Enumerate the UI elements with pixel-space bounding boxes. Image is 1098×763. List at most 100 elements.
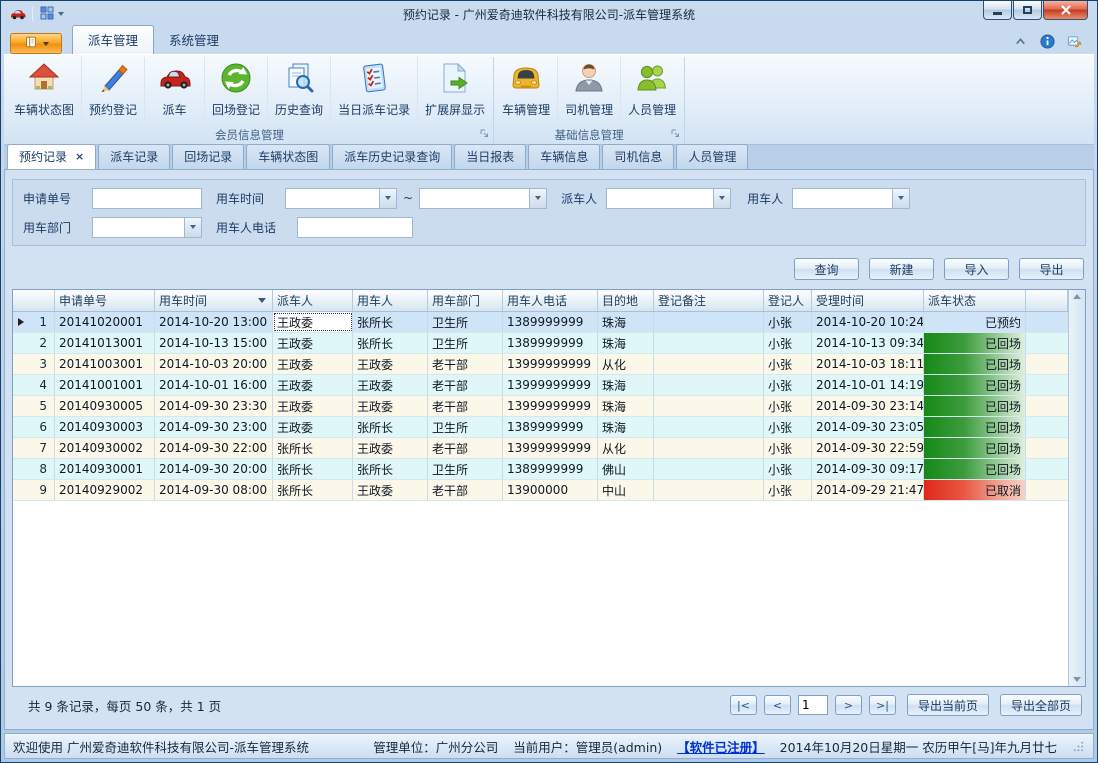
column-header[interactable]: 用车人: [353, 290, 428, 311]
info-icon[interactable]: [1040, 34, 1055, 49]
ribbon-button[interactable]: 车辆管理: [495, 57, 558, 120]
department-combo[interactable]: [92, 217, 202, 238]
ribbon-tab[interactable]: 派车管理: [72, 25, 154, 54]
column-header[interactable]: 用车时间: [155, 290, 273, 311]
chevron-down-icon[interactable]: [713, 189, 730, 208]
cell: 王政委: [353, 480, 428, 500]
doc-tab[interactable]: 预约记录×: [7, 144, 96, 169]
ribbon-button[interactable]: 派车: [145, 57, 205, 120]
doc-tab-label: 当日报表: [466, 148, 514, 165]
ribbon-button[interactable]: 回场登记: [205, 57, 268, 120]
doc-tab[interactable]: 派车记录: [98, 144, 170, 169]
table-row[interactable]: 5201409300052014-09-30 23:30王政委王政委老干部139…: [13, 396, 1068, 417]
first-page-button[interactable]: |<: [730, 695, 757, 715]
column-header[interactable]: 受理时间: [812, 290, 924, 311]
dispatcher-combo[interactable]: [606, 188, 731, 209]
search-row-1: 申请单号 用车时间 ~ 派车人 用车人: [23, 187, 1075, 209]
doc-tab[interactable]: 派车历史记录查询: [332, 144, 452, 169]
collapse-ribbon-icon[interactable]: [1013, 34, 1028, 49]
chevron-down-icon[interactable]: [379, 189, 396, 208]
doc-tab[interactable]: 人员管理: [676, 144, 748, 169]
use-time-from-input[interactable]: [286, 189, 379, 208]
car-user-input[interactable]: [793, 189, 892, 208]
ribbon-button[interactable]: 预约登记: [82, 57, 145, 120]
use-time-to-combo[interactable]: [419, 188, 547, 209]
ribbon-button[interactable]: 人员管理: [621, 57, 683, 120]
chevron-down-icon[interactable]: [529, 189, 546, 208]
sort-desc-icon: [258, 298, 266, 303]
ribbon-button[interactable]: 车辆状态图: [7, 57, 82, 120]
column-header[interactable]: 用车人电话: [503, 290, 598, 311]
ribbon-button[interactable]: 司机管理: [558, 57, 621, 120]
doc-tab[interactable]: 司机信息: [602, 144, 674, 169]
doc-tab[interactable]: 回场记录: [172, 144, 244, 169]
export-all-pages-button[interactable]: 导出全部页: [1000, 694, 1082, 716]
table-row[interactable]: 7201409300022014-09-30 22:00张所长王政委老干部139…: [13, 438, 1068, 459]
doc-tab[interactable]: 当日报表: [454, 144, 526, 169]
column-header[interactable]: 用车部门: [428, 290, 503, 311]
table-row[interactable]: 6201409300032014-09-30 23:00王政委张所长卫生所138…: [13, 417, 1068, 438]
history-search-icon: [282, 61, 316, 98]
page-number-input[interactable]: [798, 695, 828, 715]
table-row[interactable]: 1201410200012014-10-20 13:00王政委张所长卫生所138…: [13, 312, 1068, 333]
use-time-from-combo[interactable]: [285, 188, 397, 209]
close-tab-icon[interactable]: ×: [75, 150, 84, 163]
column-header[interactable]: 派车状态: [924, 290, 1026, 311]
cell: [654, 417, 764, 437]
table-row[interactable]: 9201409290022014-09-30 08:00张所长王政委老干部139…: [13, 480, 1068, 501]
export-button[interactable]: 导出: [1019, 258, 1084, 280]
cell: 20140930001: [55, 459, 155, 479]
app-menu-button[interactable]: [10, 33, 62, 54]
ribbon-tab[interactable]: 系统管理: [154, 26, 234, 54]
column-header[interactable]: 登记人: [764, 290, 812, 311]
row-indicator: 4: [13, 375, 55, 395]
style-icon[interactable]: [1067, 34, 1082, 49]
ribbon-button[interactable]: 扩展屏显示: [418, 57, 492, 120]
next-page-button[interactable]: >: [835, 695, 862, 715]
column-header[interactable]: 派车人: [273, 290, 353, 311]
table-row[interactable]: 4201410010012014-10-01 16:00王政委王政委老干部139…: [13, 375, 1068, 396]
cell: 2014-09-30 23:00: [155, 417, 273, 437]
grid-header: 申请单号用车时间派车人用车人用车部门用车人电话目的地登记备注登记人受理时间派车状…: [13, 290, 1068, 312]
resize-grip[interactable]: [1072, 740, 1085, 753]
license-link[interactable]: 【软件已注册】: [677, 737, 765, 756]
column-header[interactable]: 目的地: [598, 290, 654, 311]
ribbon-button[interactable]: 历史查询: [268, 57, 331, 120]
doc-tab[interactable]: 车辆信息: [528, 144, 600, 169]
window-controls: [982, 1, 1088, 20]
ribbon-button[interactable]: 当日派车记录: [331, 57, 418, 120]
department-input[interactable]: [93, 218, 184, 237]
status-badge: 已回场: [924, 459, 1026, 479]
layout-icon[interactable]: [39, 5, 64, 24]
chevron-down-icon[interactable]: [892, 189, 909, 208]
scroll-up-icon[interactable]: [1073, 294, 1081, 299]
chevron-down-icon[interactable]: [184, 218, 201, 237]
use-time-to-input[interactable]: [420, 189, 529, 208]
dispatcher-input[interactable]: [607, 189, 713, 208]
table-row[interactable]: 8201409300012014-09-30 20:00张所长张所长卫生所138…: [13, 459, 1068, 480]
maximize-button[interactable]: [1013, 1, 1042, 20]
minimize-button[interactable]: [983, 1, 1012, 20]
column-header[interactable]: 登记备注: [654, 290, 764, 311]
column-header[interactable]: 申请单号: [55, 290, 155, 311]
dialog-launcher-icon[interactable]: [670, 127, 680, 141]
prev-page-button[interactable]: <: [764, 695, 791, 715]
cell: 2014-09-29 21:47: [812, 480, 924, 500]
last-page-button[interactable]: >|: [869, 695, 896, 715]
create-button[interactable]: 新建: [869, 258, 934, 280]
table-row[interactable]: 3201410030012014-10-03 20:00王政委王政委老干部139…: [13, 354, 1068, 375]
query-button[interactable]: 查询: [794, 258, 859, 280]
close-button[interactable]: [1043, 1, 1088, 20]
car-user-combo[interactable]: [792, 188, 910, 209]
vertical-scrollbar[interactable]: [1068, 290, 1085, 686]
application-no-input[interactable]: [92, 188, 202, 209]
scroll-down-icon[interactable]: [1073, 677, 1081, 682]
cell: 佛山: [598, 459, 654, 479]
export-current-page-button[interactable]: 导出当前页: [907, 694, 989, 716]
table-row[interactable]: 2201410130012014-10-13 15:00王政委张所长卫生所138…: [13, 333, 1068, 354]
user-phone-input[interactable]: [297, 217, 413, 238]
import-button[interactable]: 导入: [944, 258, 1009, 280]
dialog-launcher-icon[interactable]: [479, 127, 489, 141]
status-badge: 已回场: [924, 417, 1026, 437]
doc-tab[interactable]: 车辆状态图: [246, 144, 330, 169]
